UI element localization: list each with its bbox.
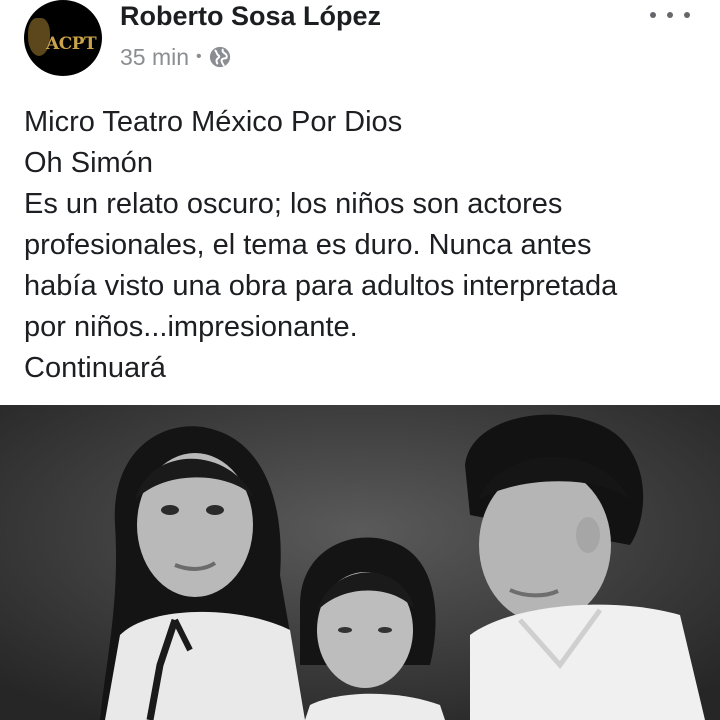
globe-icon[interactable] (209, 46, 231, 68)
more-dot (650, 12, 656, 18)
post-meta: 35 min • (120, 42, 231, 72)
post-photo[interactable] (0, 405, 720, 720)
avatar[interactable]: ACPT (24, 0, 102, 76)
post-text-line: profesionales, el tema es duro. Nunca an… (24, 229, 592, 261)
post-text-line: por niños...impresionante. (24, 311, 358, 343)
post-text-line: Micro Teatro México Por Dios (24, 106, 403, 138)
post-text: Micro Teatro México Por Dios Oh Simón Es… (24, 102, 704, 389)
photo-illustration (0, 405, 720, 720)
more-dot (684, 12, 690, 18)
post-text-line: había visto una obra para adultos interp… (24, 270, 618, 302)
avatar-logo-text: ACPT (46, 34, 97, 54)
post-text-line: Es un relato oscuro; los niños son actor… (24, 188, 563, 220)
meta-separator: • (196, 48, 202, 65)
post-text-line: Continuará (24, 352, 166, 384)
more-options-button[interactable] (650, 0, 690, 30)
more-dot (667, 12, 673, 18)
post-text-line: Oh Simón (24, 147, 153, 179)
post-header: ACPT Roberto Sosa López 35 min • (0, 0, 720, 90)
author-name[interactable]: Roberto Sosa López (120, 1, 381, 32)
post-time[interactable]: 35 min (120, 44, 189, 71)
